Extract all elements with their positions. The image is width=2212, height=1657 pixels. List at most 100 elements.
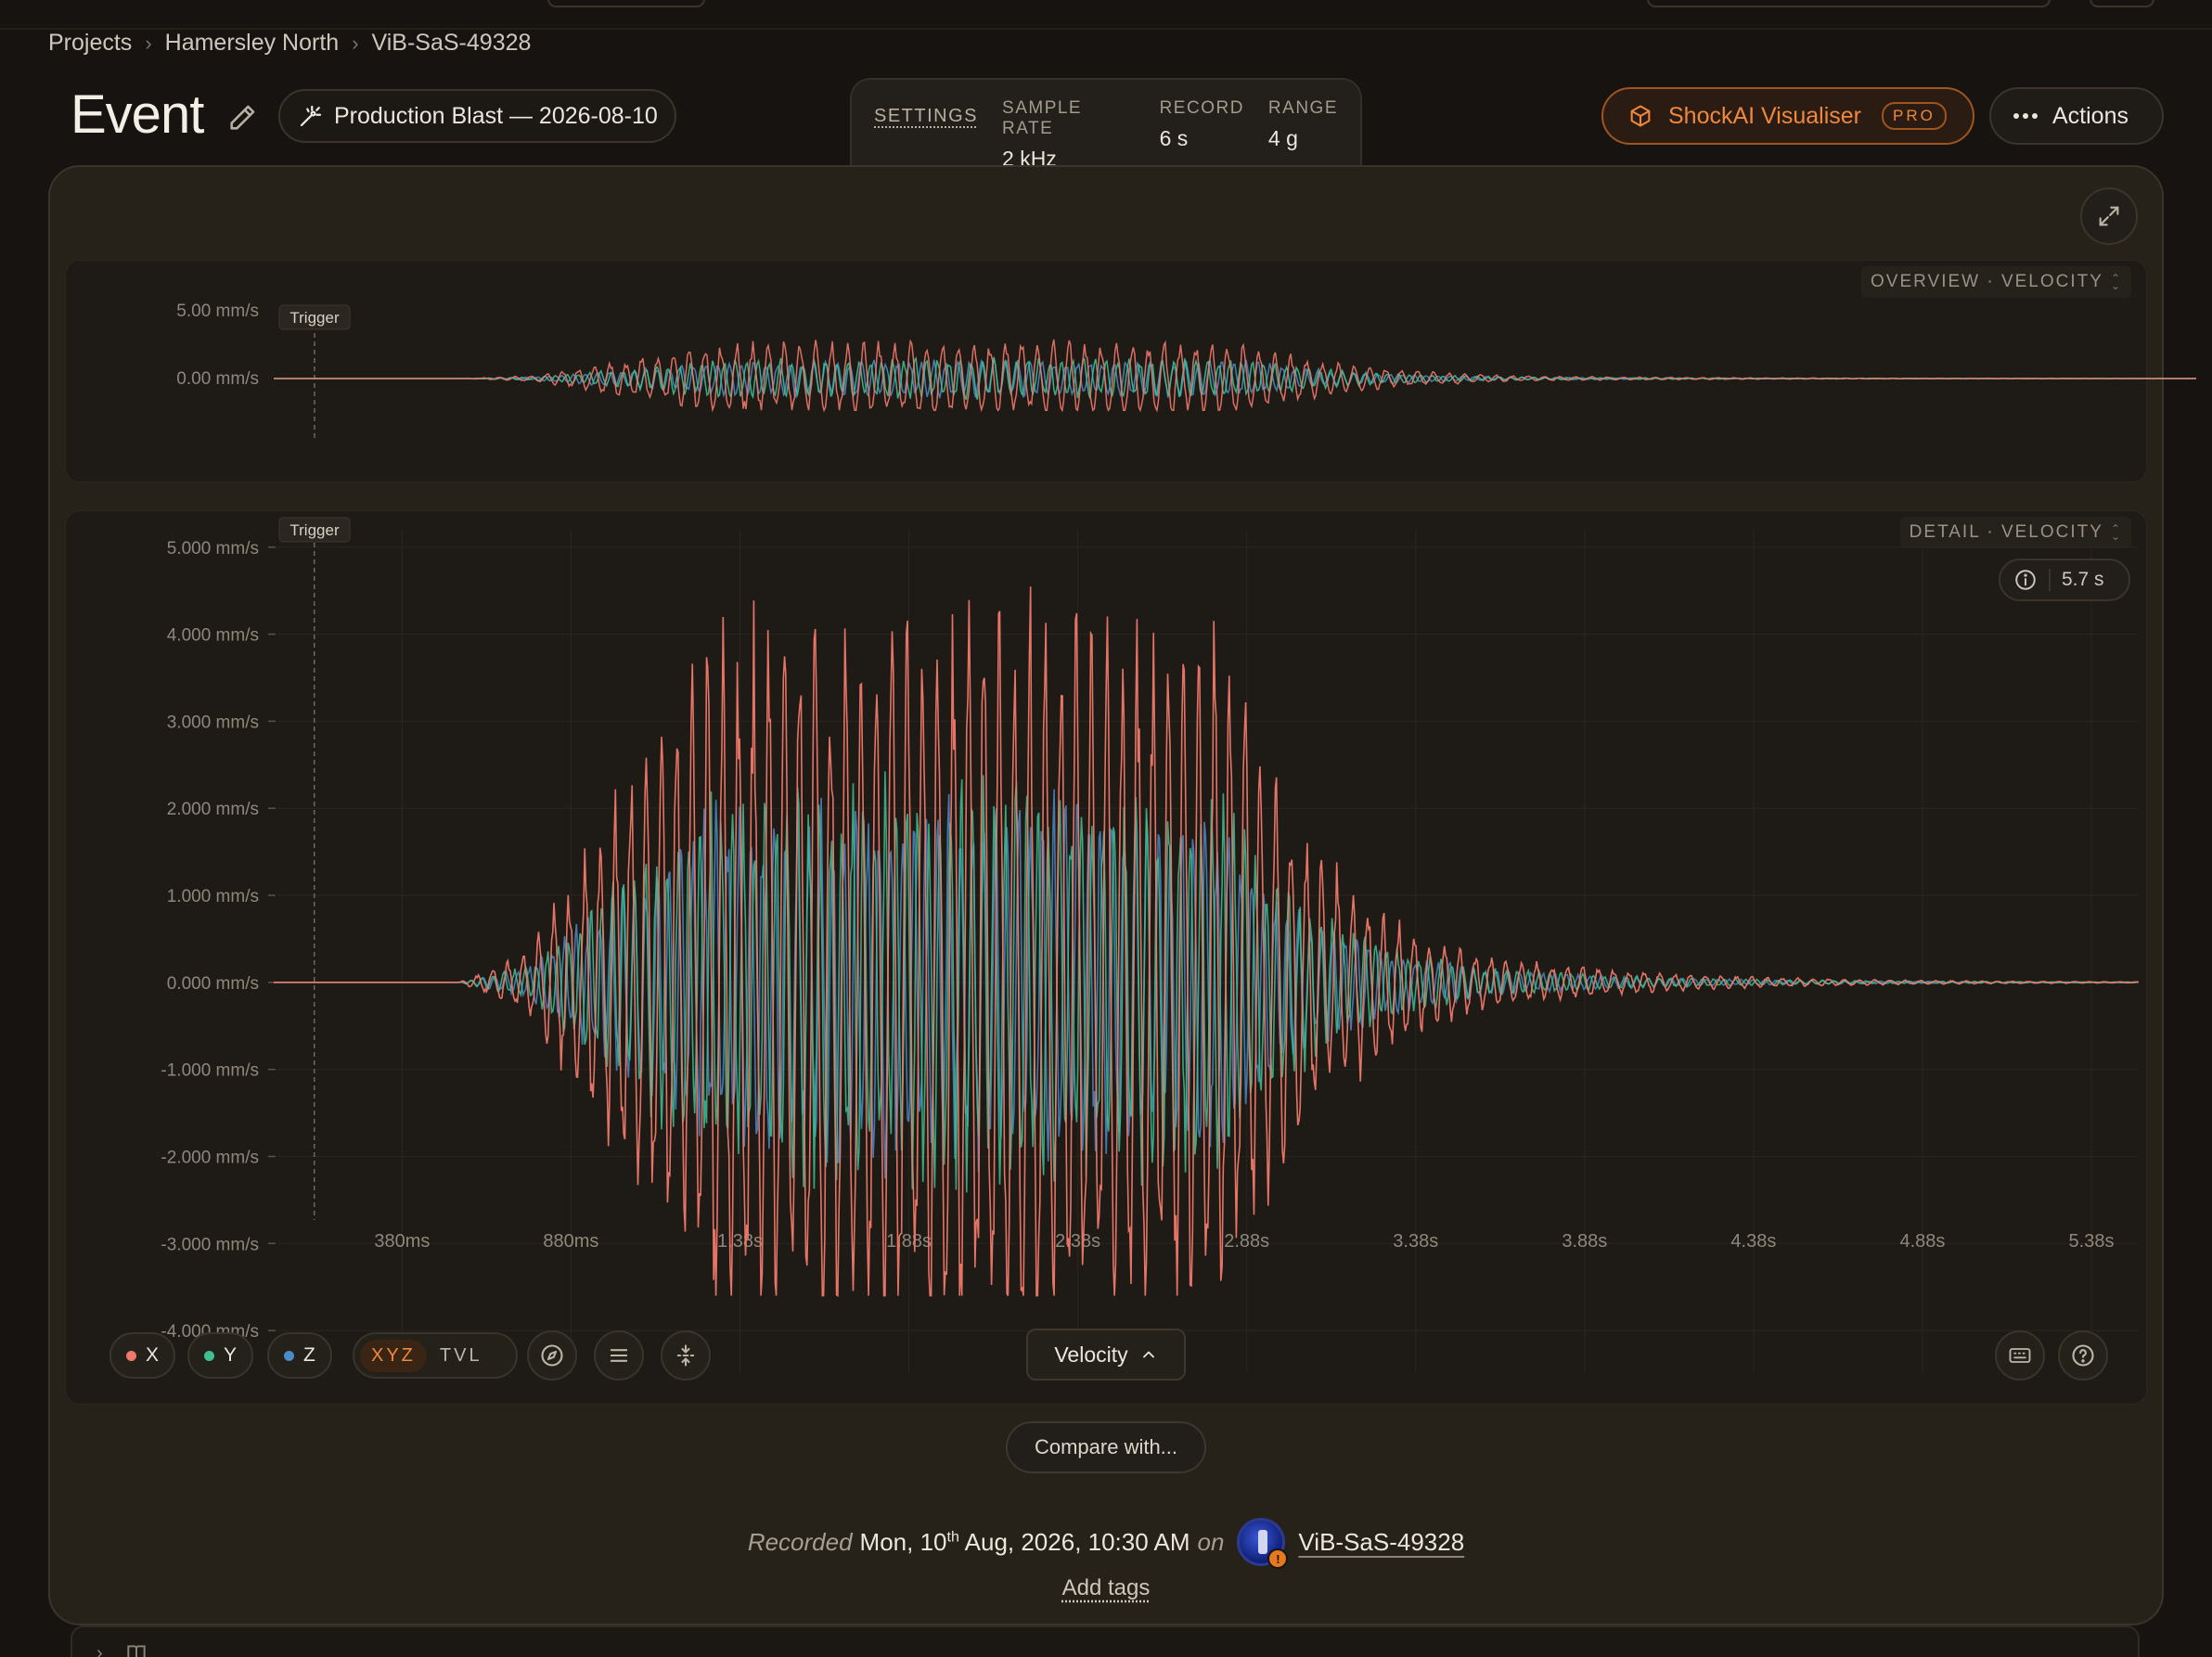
overview-y-tick: 0.00 mm/s <box>176 369 259 389</box>
keyboard-icon <box>2009 1348 2031 1363</box>
help-button[interactable] <box>2058 1330 2108 1381</box>
compass-icon <box>541 1344 563 1367</box>
add-tags-link[interactable]: Add tags <box>0 1575 2212 1601</box>
compass-button[interactable] <box>527 1330 577 1381</box>
sample-rate-label: SAMPLE RATE <box>1002 98 1083 138</box>
chevron-right-icon: › <box>145 31 152 55</box>
keyboard-shortcuts-button[interactable] <box>1995 1330 2045 1381</box>
axis-toggle-y[interactable]: Y <box>187 1332 254 1379</box>
axis-z-label: Z <box>303 1344 315 1366</box>
overview-waveforms <box>274 339 2196 413</box>
settings-tab[interactable]: SETTINGS SAMPLE RATE 2 kHz RECORD 6 s RA… <box>850 78 1362 171</box>
y-color-dot <box>204 1350 214 1361</box>
detail-y-axis: 5.000 mm/s 4.000 mm/s 3.000 mm/s 2.000 mm/s… <box>161 539 259 1342</box>
blast-icon <box>300 105 322 127</box>
device-avatar[interactable]: ! <box>1237 1518 1289 1569</box>
compare-with-button[interactable]: Compare with... <box>1006 1421 1206 1473</box>
add-tags-label[interactable]: Add tags <box>1062 1575 1151 1600</box>
alert-badge-icon: ! <box>1267 1548 1289 1569</box>
breadcrumb-projects[interactable]: Projects <box>48 30 132 57</box>
x-tick-label: 3.88s <box>1562 1231 1607 1252</box>
duration-pill[interactable]: 5.7 s <box>1999 559 2130 601</box>
expand-icon <box>2099 206 2119 226</box>
range-value: 4 g <box>1267 126 1298 150</box>
breadcrumb: Projects › Hamersley North › ViB-SaS-493… <box>48 30 531 57</box>
x-tick-label: 380ms <box>374 1231 430 1252</box>
session-panel[interactable]: › <box>71 1625 2140 1657</box>
chevron-right-icon[interactable]: › <box>96 1643 104 1657</box>
detail-trigger-label: Trigger <box>289 521 340 539</box>
event-name: Production Blast — 2026-08-10 <box>334 102 658 129</box>
axis-toggle-z[interactable]: Z <box>267 1332 332 1379</box>
mode-tvl[interactable]: TVL <box>440 1345 482 1367</box>
pro-badge: PRO <box>1881 102 1947 130</box>
chevron-up-icon <box>1142 1351 1154 1358</box>
x-tick-label: 5.38s <box>2069 1231 2115 1252</box>
chevron-right-icon: › <box>352 31 359 55</box>
x-tick-label: 4.88s <box>1899 1231 1945 1252</box>
y-tick-label: 2.000 mm/s <box>167 800 259 819</box>
fit-vertical-button[interactable] <box>661 1330 711 1381</box>
shockai-label: ShockAI Visualiser <box>1668 102 1861 129</box>
recorded-on: on <box>1197 1527 1225 1556</box>
measurement-selector[interactable]: Velocity <box>1026 1329 1186 1381</box>
mode-xyz[interactable]: XYZ <box>360 1339 427 1372</box>
recorded-date-day: Mon, 10 <box>859 1527 947 1556</box>
event-name-chip[interactable]: Production Blast — 2026-08-10 <box>278 89 676 143</box>
shockai-visualiser-button[interactable]: ShockAI Visualiser PRO <box>1601 87 1974 145</box>
range-stat: RANGE 4 g <box>1268 98 1338 151</box>
pill-divider <box>2049 569 2051 591</box>
cube-icon <box>1630 105 1651 127</box>
sample-rate-stat: SAMPLE RATE 2 kHz <box>1002 98 1136 172</box>
record-stat: RECORD 6 s <box>1160 98 1244 151</box>
x-tick-label: 3.38s <box>1393 1231 1438 1252</box>
recorded-date-rest: Aug, 2026, 10:30 AM <box>964 1527 1190 1556</box>
x-color-dot <box>126 1350 136 1361</box>
y-tick-label: -1.000 mm/s <box>161 1061 259 1081</box>
device-link[interactable]: ViB-SaS-49328 <box>1298 1528 1464 1557</box>
velocity-label: Velocity <box>1054 1342 1128 1367</box>
axis-x-label: X <box>146 1344 160 1366</box>
top-nav-control[interactable] <box>547 0 705 7</box>
y-tick-label: 1.000 mm/s <box>167 887 259 906</box>
info-icon <box>2015 570 2036 590</box>
pencil-icon[interactable] <box>226 102 258 134</box>
detail-chart[interactable]: 5.000 mm/s 4.000 mm/s 3.000 mm/s 2.000 mm/s… <box>66 511 2148 1406</box>
recorded-prefix: Recorded <box>747 1527 853 1556</box>
record-label: RECORD <box>1159 98 1244 118</box>
breadcrumb-device[interactable]: ViB-SaS-49328 <box>372 30 532 57</box>
detail-x-axis: 380ms 880ms 1.38s 1.88s 2.38s 2.88s 3.38s 3.88s… <box>374 1231 2114 1252</box>
recorded-date-suffix: th <box>946 1528 959 1545</box>
list-button[interactable] <box>594 1330 644 1381</box>
detail-waveforms <box>274 586 2139 1298</box>
top-user-control[interactable] <box>2090 0 2154 7</box>
breadcrumb-site[interactable]: Hamersley North <box>165 30 340 57</box>
y-tick-label: 4.000 mm/s <box>167 626 259 646</box>
overview-y-tick: 5.00 mm/s <box>176 302 259 321</box>
x-tick-label: 1.88s <box>886 1231 932 1252</box>
device-icon <box>1258 1530 1268 1554</box>
x-tick-label: 2.38s <box>1055 1231 1100 1252</box>
overview-chart-panel[interactable]: OVERVIEW · VELOCITY ⌃ ⌄ 5.00 mm/s 0.00 mm… <box>65 260 2196 483</box>
recorded-date: Mon, 10th Aug, 2026, 10:30 AM <box>860 1528 1190 1557</box>
overview-chart[interactable]: 5.00 mm/s 0.00 mm/s Trigger <box>66 261 2196 483</box>
top-search-control[interactable] <box>1647 0 2051 7</box>
y-tick-label: -3.000 mm/s <box>161 1235 259 1254</box>
app-root: Projects › Hamersley North › ViB-SaS-493… <box>0 0 2212 1657</box>
expand-button[interactable] <box>2080 187 2138 245</box>
axis-toggle-x[interactable]: X <box>109 1332 176 1379</box>
actions-button[interactable]: Actions <box>1989 87 2164 145</box>
axis-mode-toggle[interactable]: XYZ TVL <box>353 1332 518 1379</box>
book-icon <box>127 1645 146 1657</box>
record-value: 6 s <box>1159 126 1189 150</box>
ellipsis-icon <box>2013 113 2038 119</box>
x-tick-label: 2.88s <box>1224 1231 1269 1252</box>
detail-chart-panel[interactable]: DETAIL · VELOCITY ⌃ ⌄ 5.000 mm/s 4.000 mm/… <box>65 510 2147 1405</box>
y-tick-label: 3.000 mm/s <box>167 713 259 732</box>
y-tick-label: 0.000 mm/s <box>167 974 259 994</box>
page-title: Event <box>71 84 204 145</box>
overview-trigger-label: Trigger <box>289 309 340 327</box>
settings-label[interactable]: SETTINGS <box>874 106 978 127</box>
series-x-line <box>274 586 2139 1298</box>
help-icon <box>2072 1344 2094 1367</box>
